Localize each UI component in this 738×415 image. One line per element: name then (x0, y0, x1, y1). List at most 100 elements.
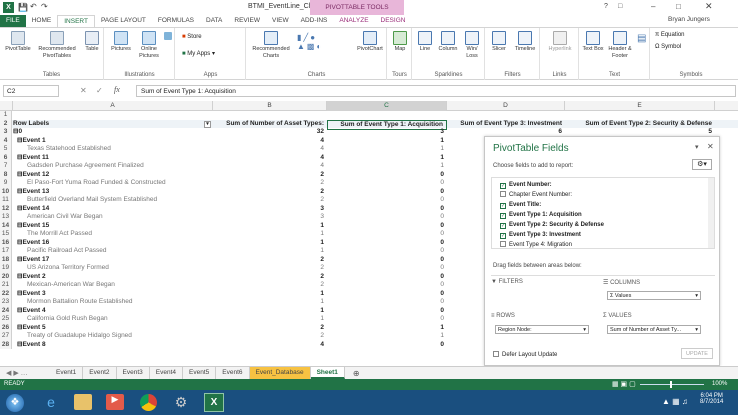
column-header-d[interactable]: D (447, 101, 565, 111)
cell-c[interactable]: 3 (327, 128, 447, 137)
view-buttons-icons[interactable]: ▦ ▣ ▢ (612, 380, 636, 388)
field-checkbox[interactable]: ✓ (500, 183, 506, 189)
column-header-b[interactable]: B (213, 101, 327, 111)
values-area[interactable]: Σ VALUES Sum of Number of Asset Ty... ▾ (603, 313, 713, 343)
cell-a[interactable]: ⊟Event 4 (13, 307, 213, 316)
row-number[interactable]: 28 (0, 340, 12, 349)
column-header-c[interactable]: C (327, 101, 447, 111)
map-button[interactable]: Map (390, 31, 410, 53)
text-more-icon[interactable]: ▤ (637, 33, 646, 44)
row-number[interactable]: 18 (0, 255, 12, 264)
recommended-pivottables-button[interactable]: Recommended PivotTables (34, 31, 80, 59)
field-list-item[interactable]: Event Type 4: Migration (500, 241, 572, 249)
tab-file[interactable]: FILE (0, 15, 26, 27)
field-checkbox[interactable] (500, 191, 506, 197)
hyperlink-button[interactable]: Hyperlink (543, 31, 577, 53)
row-number[interactable]: 26 (0, 323, 12, 332)
cell-b[interactable]: 1 (213, 239, 327, 248)
row-number[interactable]: 12 (0, 204, 12, 213)
cell-c[interactable]: 0 (327, 341, 447, 350)
row-number[interactable]: 7 (0, 162, 12, 171)
cell-b[interactable]: 2 (213, 171, 327, 180)
gear-icon[interactable]: ⚙▾ (692, 159, 712, 170)
cell-b[interactable]: 4 (213, 154, 327, 163)
tab-design[interactable]: DESIGN (375, 15, 412, 27)
pane-options-icon[interactable]: ▾ (695, 143, 699, 151)
cell-c[interactable]: 1 (327, 137, 447, 146)
row-number[interactable]: 23 (0, 298, 12, 307)
insert-function-button[interactable]: fx (114, 85, 120, 94)
cell-a[interactable]: El Paso-Fort Yuma Road Funded & Construc… (13, 179, 213, 188)
zoom-slider-thumb[interactable] (670, 381, 672, 388)
shapes-icon[interactable] (163, 32, 173, 41)
row-number[interactable]: 21 (0, 281, 12, 290)
cell-c[interactable]: 0 (327, 239, 447, 248)
tab-formulas[interactable]: FORMULAS (152, 15, 200, 27)
rows-region-dropdown[interactable]: Region Node: ▾ (495, 325, 589, 334)
cell-a[interactable]: The Morrill Act Passed (13, 230, 213, 239)
cell-a[interactable]: ⊟Event 12 (13, 171, 213, 180)
text-box-button[interactable]: Text Box (582, 31, 604, 53)
cell-b[interactable]: 2 (213, 256, 327, 265)
pictures-button[interactable]: Pictures (108, 31, 134, 53)
internet-explorer-icon[interactable]: e (42, 394, 60, 412)
cell-c[interactable]: 0 (327, 256, 447, 265)
chrome-icon[interactable] (140, 394, 157, 411)
sparkline-line-button[interactable]: Line (415, 31, 435, 53)
defer-checkbox[interactable] (493, 351, 499, 357)
row-number[interactable]: 13 (0, 213, 12, 222)
sheet-tab[interactable]: Event1 (50, 367, 84, 379)
sparkline-column-button[interactable]: Column (436, 31, 460, 53)
column-header-a[interactable]: A (13, 101, 213, 111)
field-list-item[interactable]: ✓ Event Type 2: Security & Defense (500, 221, 604, 229)
field-list-item[interactable]: ✓ Event Type 1: Acquisition (500, 211, 582, 219)
row-number[interactable]: 24 (0, 306, 12, 315)
symbol-button[interactable]: Ω Symbol (655, 44, 681, 50)
tab-review[interactable]: REVIEW (228, 15, 266, 27)
cell-c[interactable]: 1 (327, 324, 447, 333)
cell-a[interactable]: ⊟Event 17 (13, 256, 213, 265)
field-checkbox[interactable]: ✓ (500, 233, 506, 239)
tab-home[interactable]: HOME (26, 15, 58, 27)
cell-b[interactable]: 4 (213, 162, 327, 171)
cell-b[interactable]: 1 (213, 230, 327, 239)
cell-b[interactable]: 2 (213, 324, 327, 333)
cell-b[interactable]: 3 (213, 205, 327, 214)
user-name[interactable]: Bryan Jungers (668, 16, 710, 23)
tab-insert[interactable]: INSERT (57, 15, 95, 27)
ribbon-display-icon[interactable]: □ (618, 3, 622, 10)
cell-a[interactable]: ⊟Event 2 (13, 273, 213, 282)
filters-area[interactable]: ▼ FILTERS (491, 279, 601, 309)
header-cell-d[interactable]: Sum of Event Type 3: Investment (447, 120, 565, 129)
row-number[interactable]: 4 (0, 136, 12, 145)
cell-b[interactable]: 4 (213, 137, 327, 146)
sparkline-winloss-button[interactable]: Win/ Loss (461, 31, 483, 59)
file-explorer-icon[interactable] (74, 394, 92, 410)
defer-layout-update[interactable]: Defer Layout Update (493, 351, 557, 358)
cell-b[interactable]: 1 (213, 307, 327, 316)
minimize-button[interactable]: – (651, 2, 655, 11)
sheet-nav-arrows[interactable]: ◀ ▶ … (0, 369, 50, 377)
cell-b[interactable]: 2 (213, 188, 327, 197)
row-number[interactable]: 22 (0, 289, 12, 298)
cell-c[interactable]: 0 (327, 281, 447, 290)
cell-c[interactable]: 0 (327, 188, 447, 197)
new-sheet-icon[interactable]: ⊕ (353, 369, 360, 378)
cell-a[interactable]: Mormon Battalion Route Established (13, 298, 213, 307)
cancel-icon[interactable]: ✕ (80, 86, 87, 95)
save-icon[interactable]: 💾 (18, 3, 28, 12)
row-number[interactable]: 8 (0, 170, 12, 179)
row-number[interactable]: 1 (0, 111, 12, 120)
header-cell-e[interactable]: Sum of Event Type 2: Security & Defense (565, 120, 715, 129)
cell-c[interactable]: 0 (327, 307, 447, 316)
system-tool-icon[interactable]: ⚙ (172, 394, 190, 411)
cell-a[interactable]: ⊟Event 5 (13, 324, 213, 333)
cell-b[interactable]: 1 (213, 298, 327, 307)
cell-a[interactable]: ⊟Event 15 (13, 222, 213, 231)
excel-taskbar-icon[interactable]: X (204, 393, 224, 412)
row-number[interactable]: 14 (0, 221, 12, 230)
cell-c[interactable]: 0 (327, 230, 447, 239)
cell-c[interactable]: 1 (327, 154, 447, 163)
cell-b[interactable]: 2 (213, 196, 327, 205)
row-number[interactable]: 10 (0, 187, 12, 196)
